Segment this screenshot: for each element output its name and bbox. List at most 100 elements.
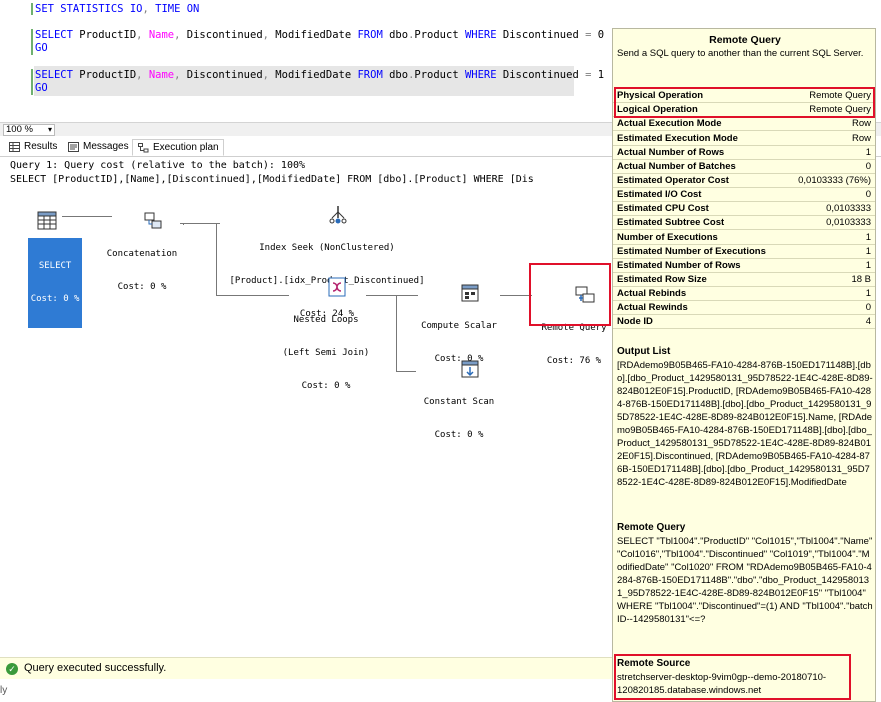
property-value: 1 [865,245,871,257]
property-value: 1 [865,231,871,243]
sql-token: ModifiedDate [275,29,358,41]
sql-token: dbo [389,29,409,41]
sql-line[interactable]: SELECT ProductID, Name, Discontinued, Mo… [35,69,604,82]
plan-operator-nested-loops[interactable]: Nested Loops (Left Semi Join) Cost: 0 % [276,265,376,414]
highlight-box-remote-query [529,263,611,326]
sql-token: ProductID [79,29,137,41]
sql-line[interactable]: GO [35,42,48,55]
plan-operator-constant-scan[interactable]: Constant Scan Cost: 0 % [414,347,504,463]
tooltip-property-row: Estimated Number of Executions 1 [613,245,875,259]
execution-plan-canvas[interactable]: Query 1: Query cost (relative to the bat… [0,157,612,657]
tab-messages[interactable]: Messages [63,139,133,156]
tooltip-property-row: Estimated I/O Cost 0 [613,188,875,203]
tooltip-property-row: Number of Executions 1 [613,231,875,245]
sql-line[interactable]: SET STATISTICS IO, TIME ON [35,3,199,16]
operator-label: SELECT [38,261,72,271]
property-value: 1 [865,146,871,158]
property-key: Number of Executions [617,231,718,243]
property-value: 0 [865,189,871,201]
grid-icon [9,142,20,152]
tab-label: Messages [83,141,129,152]
query-text-header: SELECT [ProductID],[Name],[Discontinued]… [10,174,534,185]
plan-operator-select[interactable]: SELECT Cost: 0 % [6,199,83,339]
index-seek-icon [329,206,347,224]
zoom-dropdown[interactable]: 100 % ▾ [3,124,55,136]
property-key: Estimated I/O Cost [617,189,702,201]
operator-cost: Cost: 0 % [30,294,80,304]
property-value: 4 [865,316,871,328]
sql-token: SELECT [35,29,80,41]
property-key: Actual Number of Batches [617,160,736,172]
sql-line[interactable]: GO [35,82,48,95]
highlight-box-remote-source [614,654,851,700]
property-key: Estimated Execution Mode [617,132,738,144]
sql-token: , [262,29,276,41]
operator-properties-tooltip: Remote Query Send a SQL query to another… [612,28,876,702]
tooltip-property-row: Estimated CPU Cost 0,0103333 [613,202,875,217]
output-list-title: Output List [617,346,671,357]
highlight-box-operations [614,87,875,118]
sql-token: GO [35,82,48,94]
sql-token: FROM [357,69,390,81]
sql-token: Product [414,29,465,41]
plan-operator-concatenation[interactable]: Concatenation Cost: 0 % [100,199,184,315]
sql-token: SET STATISTICS IO [35,3,143,15]
property-value: 0 [865,160,871,172]
tab-label: Results [24,141,58,152]
property-value: 18 B [851,274,871,285]
tooltip-property-row: Actual Execution Mode Row [613,117,875,132]
property-key: Node ID [617,316,653,328]
zoom-value: 100 % [6,124,33,135]
sql-token: ModifiedDate [275,69,358,81]
property-key: Estimated Subtree Cost [617,217,725,229]
sql-token: , [174,69,187,81]
sql-token: WHERE [464,29,503,41]
property-value: 0,0103333 [826,203,871,215]
query-cost-header: Query 1: Query cost (relative to the bat… [10,160,306,171]
remote-query-title: Remote Query [617,522,686,533]
sql-token: Discontinued [186,69,263,81]
sql-token: , [262,69,276,81]
status-edge-glyph: ly [0,685,8,696]
property-value: 0,0103333 [826,217,871,229]
tooltip-property-row: Actual Number of Rows 1 [613,146,875,160]
change-marker [31,69,33,95]
tab-execution-plan[interactable]: Execution plan [132,139,224,156]
compute-scalar-icon [461,284,479,302]
property-key: Estimated Number of Executions [617,245,766,257]
operator-cost: Cost: 0 % [301,381,351,391]
tab-label: Execution plan [153,142,219,153]
tab-results[interactable]: Results [4,139,61,156]
property-key: Actual Execution Mode [617,118,722,130]
sql-token: , [136,69,149,81]
execution-plan-icon [138,143,149,153]
plan-connector [500,295,532,296]
sql-line[interactable]: SELECT ProductID, Name, Discontinued, Mo… [35,29,604,42]
change-marker [31,3,33,15]
status-message: Query executed successfully. [24,662,167,674]
sql-token: Name [148,69,175,81]
table-icon [37,211,57,230]
sql-token: FROM [357,29,390,41]
sql-token: Discontinued [502,69,586,81]
property-value: 1 [865,259,871,271]
sql-token: ProductID [79,69,137,81]
tooltip-property-row: Actual Rebinds 1 [613,287,875,302]
property-key: Estimated Operator Cost [617,174,729,186]
output-list-value: [RDAdemo9B05B465-FA10-4284-876B-150ED171… [617,360,873,488]
nested-loops-icon [328,277,346,297]
plan-connector [216,223,217,295]
chevron-down-icon: ▾ [47,125,52,134]
tooltip-property-row: Estimated Row Size 18 B [613,273,875,287]
tooltip-property-row: Estimated Execution Mode Row [613,132,875,146]
sql-token: GO [35,42,48,54]
remote-query-value: SELECT "Tbl1004"."ProductID" "Col1015","… [617,536,873,625]
operator-label: Index Seek (NonClustered) [259,243,395,253]
operator-cost: Cost: 76 % [546,356,602,366]
operator-cost: Cost: 0 % [117,282,167,292]
tooltip-property-row: Actual Rewinds 0 [613,301,875,316]
sql-token: Discontinued [186,29,263,41]
tooltip-property-row: Estimated Operator Cost 0,0103333 (76%) [613,174,875,188]
sql-token: Product [414,69,465,81]
property-key: Estimated Row Size [617,274,707,285]
